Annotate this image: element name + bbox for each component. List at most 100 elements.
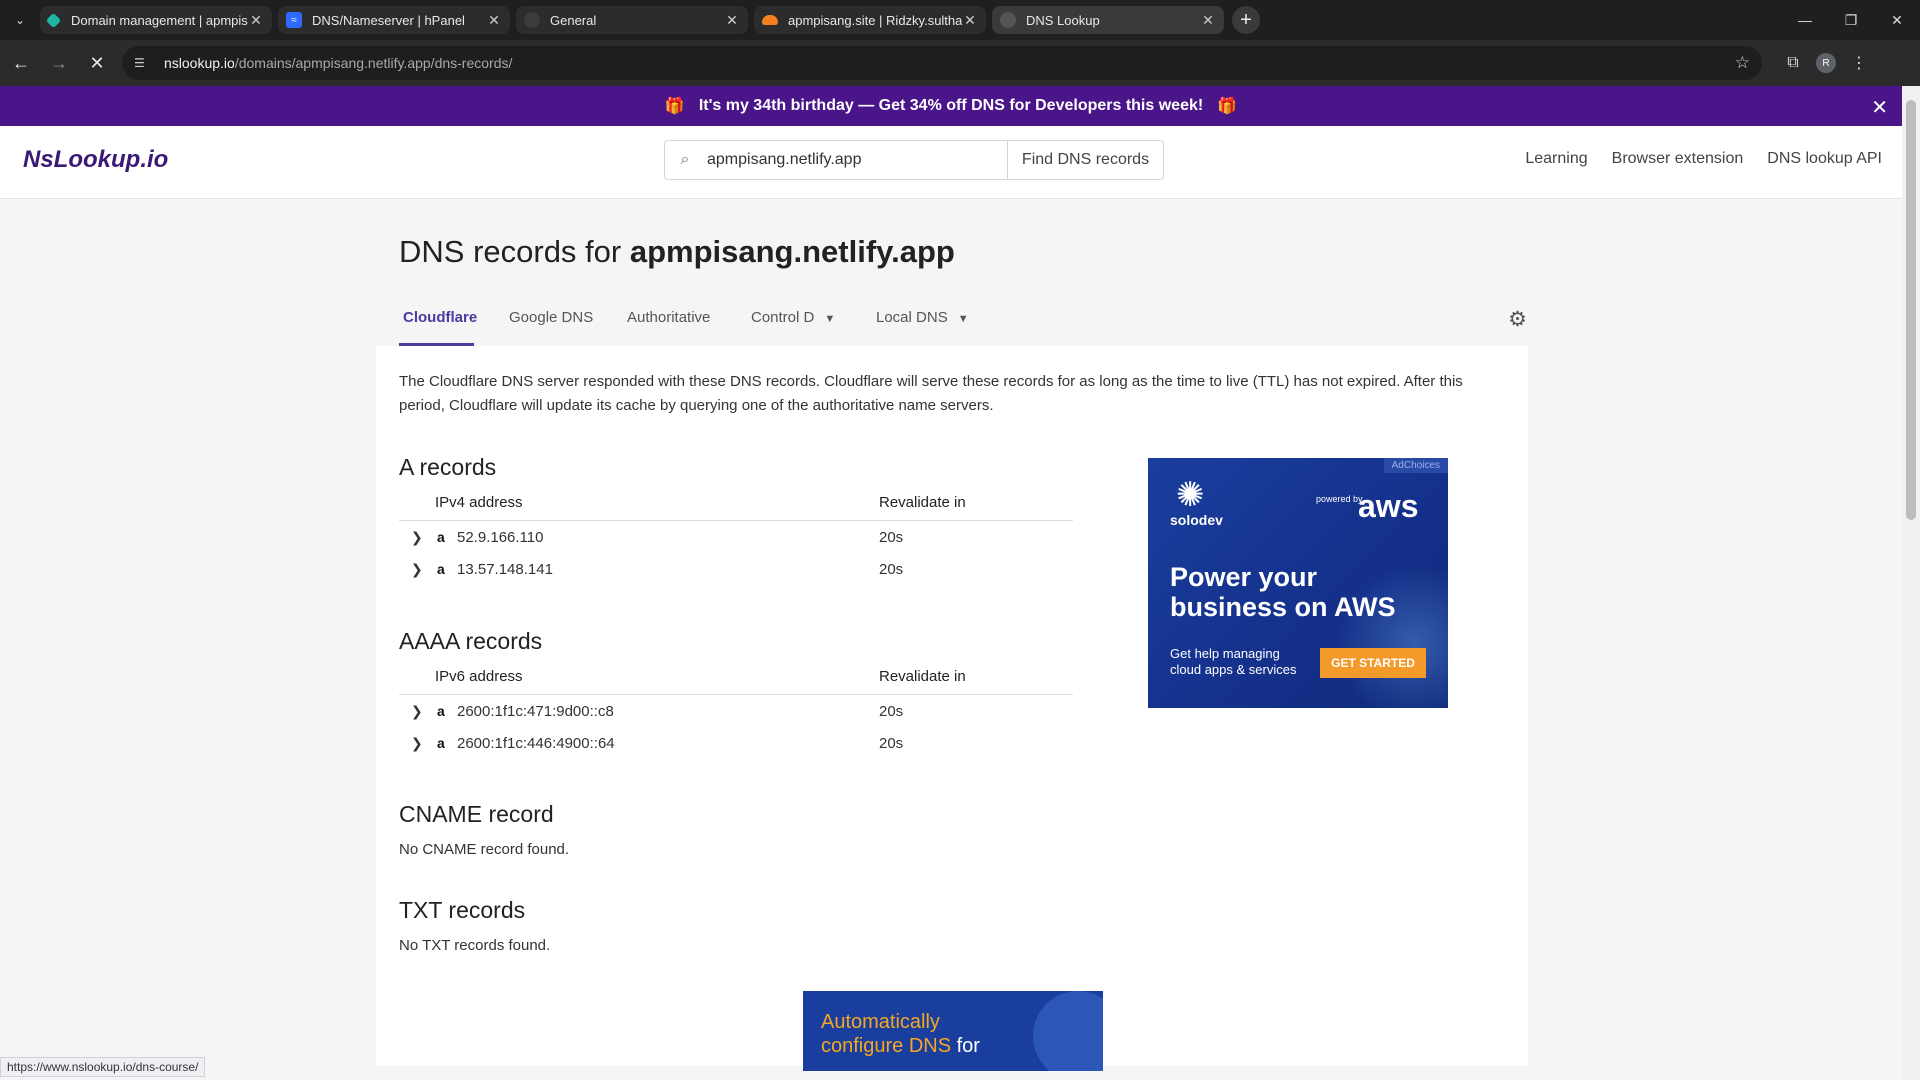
- promo-banner[interactable]: 🎁 It's my 34th birthday — Get 34% off DN…: [0, 86, 1902, 126]
- ad2-line2-rest: for: [956, 1035, 980, 1057]
- get-started-button[interactable]: GET STARTED: [1320, 648, 1426, 678]
- ad-decoration: [1033, 991, 1103, 1071]
- ip-address: 2600:1f1c:471:9d00::c8: [457, 703, 614, 720]
- resolver-tabs: Cloudflare Google DNS Authoritative Cont…: [399, 305, 1527, 349]
- amazon-icon: a: [437, 735, 445, 751]
- nav-link-browser-extension[interactable]: Browser extension: [1612, 150, 1744, 168]
- browser-tab-general[interactable]: General ✕: [516, 6, 748, 34]
- dns-course-ad[interactable]: Automatically configure DNS for: [803, 991, 1103, 1071]
- address-bar[interactable]: ☰ nslookup.io/domains/apmpisang.netlify.…: [122, 46, 1762, 80]
- browser-tab-domain-management[interactable]: Domain management | apmpis ✕: [40, 6, 272, 34]
- browser-tab-dns-lookup[interactable]: DNS Lookup ✕: [992, 6, 1224, 34]
- loading-icon: [1000, 12, 1016, 28]
- tab-title: Domain management | apmpis: [71, 12, 248, 28]
- close-tab-icon[interactable]: ✕: [486, 12, 502, 29]
- table-row[interactable]: ❯ a 52.9.166.110 20s: [399, 521, 1073, 553]
- site-logo[interactable]: NsLookup.io: [23, 146, 168, 174]
- tab-control-d[interactable]: Control D ▼: [751, 309, 835, 326]
- find-dns-records-button[interactable]: Find DNS records: [1007, 141, 1163, 179]
- ip-address: 2600:1f1c:446:4900::64: [457, 735, 615, 752]
- column-header-revalidate: Revalidate in: [879, 494, 966, 511]
- expand-chevron-icon[interactable]: ❯: [411, 561, 423, 578]
- amazon-icon: a: [437, 529, 445, 545]
- page-title-domain: apmpisang.netlify.app: [629, 234, 955, 269]
- table-row[interactable]: ❯ a 2600:1f1c:446:4900::64 20s: [399, 727, 1073, 759]
- github-icon: [524, 12, 540, 28]
- nav-link-learning[interactable]: Learning: [1525, 150, 1587, 168]
- snowflake-icon: ✺: [1176, 476, 1205, 514]
- revalidate-value: 20s: [879, 703, 904, 720]
- back-button[interactable]: ←: [4, 46, 38, 80]
- top-nav: Learning Browser extension DNS lookup AP…: [1525, 150, 1882, 168]
- revalidate-value: 20s: [879, 529, 904, 546]
- browser-tab-hpanel[interactable]: ≈ DNS/Nameserver | hPanel ✕: [278, 6, 510, 34]
- results-card: The Cloudflare DNS server responded with…: [376, 346, 1528, 1071]
- aaaa-records-table: IPv6 address Revalidate in ❯ a 2600:1f1c…: [399, 660, 1073, 759]
- scrollbar-thumb[interactable]: [1906, 100, 1916, 520]
- aws-logo: aws: [1358, 488, 1419, 524]
- column-header-ipv4: IPv4 address: [435, 494, 523, 511]
- expand-chevron-icon[interactable]: ❯: [411, 735, 423, 752]
- domain-search-input[interactable]: [705, 150, 1007, 170]
- profile-avatar[interactable]: R: [1816, 53, 1836, 73]
- close-tab-icon[interactable]: ✕: [962, 12, 978, 29]
- chevron-down-icon: ▼: [957, 313, 969, 325]
- page-title-prefix: DNS records for: [399, 234, 630, 269]
- bookmark-star-icon[interactable]: ☆: [1735, 53, 1750, 73]
- expand-chevron-icon[interactable]: ❯: [411, 703, 423, 720]
- ad2-line2: configure DNS for: [821, 1035, 980, 1058]
- tab-strip: ⌄ Domain management | apmpis ✕ ≈ DNS/Nam…: [0, 0, 1920, 40]
- close-tab-icon[interactable]: ✕: [248, 12, 264, 29]
- close-window-icon[interactable]: ✕: [1874, 0, 1920, 40]
- close-tab-icon[interactable]: ✕: [724, 12, 740, 29]
- table-row[interactable]: ❯ a 2600:1f1c:471:9d00::c8 20s: [399, 695, 1073, 727]
- expand-chevron-icon[interactable]: ❯: [411, 529, 423, 546]
- url-host: nslookup.io: [164, 55, 235, 71]
- banner-text: It's my 34th birthday — Get 34% off DNS …: [698, 97, 1204, 114]
- tab-search-button[interactable]: ⌄: [0, 0, 40, 40]
- site-info-icon[interactable]: ☰: [134, 56, 154, 70]
- cloud-icon: [762, 15, 778, 25]
- stop-loading-button[interactable]: ✕: [80, 46, 114, 80]
- menu-icon[interactable]: ⋮: [1842, 46, 1876, 80]
- browser-tab-apmpisang[interactable]: apmpisang.site | Ridzky.sulthan ✕: [754, 6, 986, 34]
- new-tab-button[interactable]: +: [1232, 6, 1260, 34]
- brand-text: solodev: [1170, 512, 1223, 528]
- table-row[interactable]: ❯ a 13.57.148.141 20s: [399, 553, 1073, 585]
- tab-google-dns[interactable]: Google DNS: [509, 309, 593, 326]
- page-scrollbar[interactable]: [1902, 86, 1920, 1080]
- restore-icon[interactable]: ❐: [1828, 0, 1874, 40]
- intro-text: The Cloudflare DNS server responded with…: [399, 373, 1463, 414]
- minimize-icon[interactable]: —: [1782, 0, 1828, 40]
- cname-record-title: CNAME record: [399, 801, 554, 827]
- ad2-line1: Automatically: [821, 1011, 940, 1033]
- tab-authoritative[interactable]: Authoritative: [627, 309, 710, 326]
- tab-cloudflare[interactable]: Cloudflare: [403, 309, 477, 326]
- nav-link-dns-lookup-api[interactable]: DNS lookup API: [1767, 150, 1882, 168]
- tab-local-dns[interactable]: Local DNS ▼: [876, 309, 969, 326]
- settings-gear-icon[interactable]: ⚙: [1508, 307, 1527, 332]
- gift-icon: 🎁: [1217, 98, 1238, 115]
- close-banner-icon[interactable]: ✕: [1871, 95, 1888, 120]
- table-header: IPv4 address Revalidate in: [399, 486, 1073, 521]
- tab-title: DNS/Nameserver | hPanel: [312, 12, 465, 28]
- column-header-ipv6: IPv6 address: [435, 668, 523, 685]
- domain-search: ⌕ Find DNS records: [664, 140, 1164, 180]
- aaaa-records-title: AAAA records: [399, 628, 543, 654]
- tab-title: General: [550, 12, 597, 28]
- adchoices-label[interactable]: AdChoices: [1383, 458, 1448, 473]
- page-viewport: 🎁 It's my 34th birthday — Get 34% off DN…: [0, 86, 1902, 1080]
- tab-title: DNS Lookup: [1026, 12, 1100, 28]
- extensions-icon[interactable]: ⧉: [1776, 46, 1810, 80]
- ad-headline: Power your business on AWS: [1170, 562, 1396, 622]
- page-title: DNS records for apmpisang.netlify.app: [399, 234, 955, 270]
- link-status-bar: https://www.nslookup.io/dns-course/: [0, 1057, 206, 1077]
- a-records-title: A records: [399, 454, 497, 480]
- close-tab-icon[interactable]: ✕: [1200, 12, 1216, 29]
- ip-address: 52.9.166.110: [457, 529, 544, 546]
- txt-records-title: TXT records: [399, 897, 526, 923]
- forward-button[interactable]: →: [42, 46, 76, 80]
- favicon-icon: ≈: [286, 12, 302, 28]
- aws-ad-banner[interactable]: AdChoices ✺ solodev powered by aws Power…: [1148, 458, 1448, 708]
- url-path: /domains/apmpisang.netlify.app/dns-recor…: [234, 55, 513, 71]
